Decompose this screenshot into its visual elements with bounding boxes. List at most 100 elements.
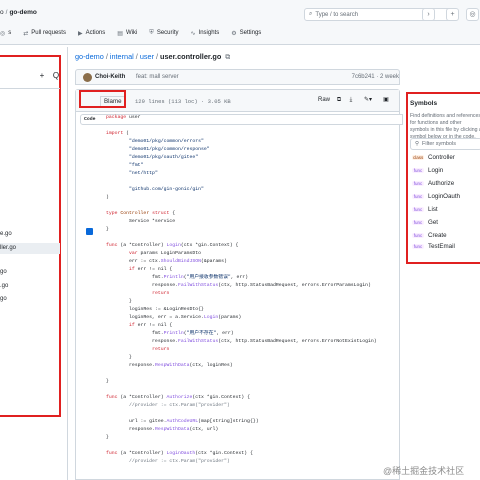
symbols-toggle-button[interactable]: ▣ xyxy=(381,95,391,106)
code-text: } xyxy=(106,355,132,360)
repo-name-link[interactable]: go-demo xyxy=(9,9,36,16)
actions-icon: ▶ xyxy=(77,30,83,37)
settings-icon: ⚙ xyxy=(231,30,237,37)
symbol-item[interactable]: func TestEmail xyxy=(412,243,455,250)
tree-item[interactable]: go xyxy=(0,269,7,275)
copilot-icon[interactable] xyxy=(86,228,93,235)
latest-commit-bar: Choi-Keith feat: mall server 7c6b241 · 2… xyxy=(75,69,400,85)
code-line: func (a *Controller) Login(ctx *gin.Cont… xyxy=(76,242,399,250)
code-line: response.FailWithStatus(ctx, http.Status… xyxy=(76,282,399,290)
code-line: if err != nil { xyxy=(76,322,399,330)
wiki-icon: ▤ xyxy=(117,30,123,37)
plus-icon: + xyxy=(39,71,45,80)
code-text: loginRes, err = a.Service.Login(params) xyxy=(106,315,242,320)
tree-item[interactable]: ller.go xyxy=(0,245,16,251)
copy-icon: ⧉ xyxy=(336,97,342,103)
filter-symbols-input[interactable]: ⚲ Filter symbols xyxy=(410,138,480,150)
tab-wiki[interactable]: ▤ Wiki xyxy=(111,27,143,39)
code-text: "demo01/pkg/oauth/gitee" xyxy=(129,155,199,160)
code-line: Service *service xyxy=(76,218,399,226)
tree-item[interactable]: .go xyxy=(0,283,8,289)
code-line: } xyxy=(76,378,399,386)
search-files-button[interactable]: Q xyxy=(50,70,62,82)
repo-owner-link[interactable]: o xyxy=(0,9,4,16)
code-line: "demo01/pkg/oauth/gitee" xyxy=(76,154,399,162)
code-text: var params LoginParamsDto xyxy=(129,251,202,256)
commit-message[interactable]: feat: mall server xyxy=(136,74,179,80)
breadcrumb: go-demo / internal / user / user.controller.go… xyxy=(75,52,231,62)
code-text: func (a *Controller) Login(ctx *gin.Cont… xyxy=(106,243,239,248)
symbol-kind-badge: func xyxy=(412,194,424,199)
tab-label: Wiki xyxy=(125,30,138,36)
code-text: } xyxy=(106,379,109,384)
symbol-kind-badge: func xyxy=(412,207,424,212)
top-bar: o / go-demo ⌕ Type / to search › + ◎ ◎ s ⇄ Pu… xyxy=(0,0,480,45)
code-line: "net/http" xyxy=(76,170,399,178)
commit-hash[interactable]: 7c6b241 · 2 week xyxy=(352,74,399,80)
tree-item[interactable]: e.go xyxy=(0,231,12,237)
pencil-icon: ✎▾ xyxy=(363,97,373,103)
symbol-item[interactable]: func LoginOauth xyxy=(412,193,460,200)
symbol-kind-badge: func xyxy=(412,181,424,186)
code-text: "demo01/pkg/common/response" xyxy=(129,147,210,152)
code-text: ) xyxy=(106,195,109,200)
code-line: "demo01/pkg/common/errors" xyxy=(76,138,399,146)
symbol-kind-badge: func xyxy=(412,168,424,173)
tab-settings[interactable]: ⚙ Settings xyxy=(225,27,267,39)
breadcrumb-repo[interactable]: go-demo xyxy=(75,52,104,61)
code-text: url := gitee.AuthCodeURL(map[string]stri… xyxy=(106,419,259,424)
create-new-button[interactable]: + xyxy=(446,8,459,21)
tab-pull-requests[interactable]: ⇄ Pull requests xyxy=(17,27,72,39)
issues-button[interactable]: ◎ xyxy=(466,8,479,21)
copy-raw-button[interactable]: ⧉ xyxy=(334,95,344,106)
code-line: var params LoginParamsDto xyxy=(76,250,399,258)
file-meta: 129 lines (113 loc) · 3.05 KB xyxy=(135,98,231,105)
code-line: } xyxy=(76,354,399,362)
symbol-item[interactable]: func Create xyxy=(412,232,447,239)
file-tree-toolbar: + Q xyxy=(0,70,60,82)
code-text: if err != nil { xyxy=(129,267,173,272)
symbol-name: TestEmail xyxy=(428,243,455,250)
code-line: response.RespWithData(ctx, loginRes) xyxy=(76,362,399,370)
add-file-button[interactable]: + xyxy=(36,70,48,82)
copy-path-icon[interactable]: ⧉ xyxy=(225,54,230,62)
code-line: err := ctx.ShouldBindJSON(&params) xyxy=(76,258,399,266)
code-text: "github.com/gin-gonic/gin" xyxy=(129,187,204,192)
symbol-kind-badge: func xyxy=(412,233,424,238)
avatar[interactable] xyxy=(83,73,92,82)
symbol-item[interactable]: class Controller xyxy=(412,154,455,161)
raw-button[interactable]: Raw xyxy=(317,95,331,106)
code-line: func (a *Controller) Authorize(ctx *gin.… xyxy=(76,394,399,402)
code-text: "fmt" xyxy=(129,163,144,168)
code-text: return xyxy=(152,347,170,352)
tab-s[interactable]: ◎ s xyxy=(0,27,17,39)
symbol-item[interactable]: func List xyxy=(412,206,438,213)
download-button[interactable]: ⤓ xyxy=(346,95,356,106)
search-icon: Q xyxy=(52,71,60,80)
issues-icon: ◎ xyxy=(0,30,6,37)
symbol-item[interactable]: func Login xyxy=(412,167,443,174)
tab-actions[interactable]: ▶ Actions xyxy=(72,27,111,39)
code-text: //provider := ctx.Param("provider") xyxy=(129,459,230,464)
search-placeholder: Type / to search xyxy=(315,11,359,18)
code-line: "github.com/gin-gonic/gin" xyxy=(76,186,399,194)
tree-item[interactable]: go xyxy=(0,296,7,302)
symbol-item[interactable]: func Authorize xyxy=(412,180,454,187)
symbols-panel-icon: ▣ xyxy=(383,97,389,103)
commit-author[interactable]: Choi-Keith xyxy=(95,74,125,80)
tab-insights[interactable]: ∿ Insights xyxy=(185,27,226,39)
tab-security[interactable]: ⛨ Security xyxy=(143,27,184,39)
breadcrumb-user[interactable]: user xyxy=(140,52,154,61)
code-line: func (a *Controller) LoginOauth(ctx *gin… xyxy=(76,450,399,458)
file-header: Code Blame 129 lines (113 loc) · 3.05 KB… xyxy=(76,90,403,125)
breadcrumb-internal[interactable]: internal xyxy=(110,52,134,61)
watermark: @稀土掘金技术社区 xyxy=(383,466,465,476)
command-palette-button[interactable]: › xyxy=(422,8,435,21)
edit-button[interactable]: ✎▾ xyxy=(361,95,375,106)
pull-request-icon: ⇄ xyxy=(23,30,29,37)
code-text: import ( xyxy=(106,131,130,136)
code-line: //provider := ctx.Param("provider") xyxy=(76,402,399,410)
symbol-item[interactable]: func Get xyxy=(412,219,438,226)
